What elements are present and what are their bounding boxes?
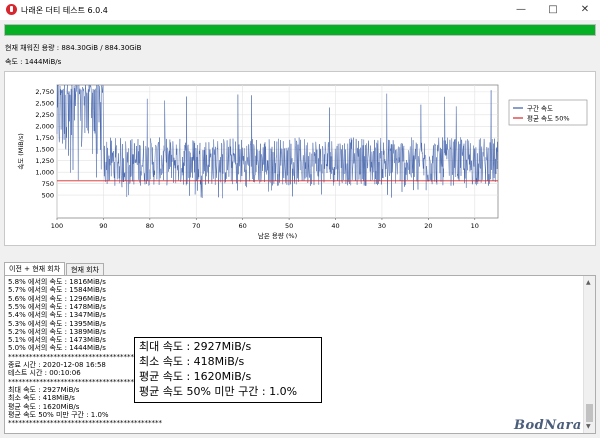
summary-max-speed: 최대 속도 : 2927MiB/s [139, 340, 252, 353]
app-icon [6, 4, 17, 15]
y-axis-label: 속도 (MiB/s) [17, 133, 25, 170]
y-tick-label: 1,250 [35, 157, 54, 165]
scroll-down-icon[interactable]: ▼ [586, 423, 591, 430]
scroll-thumb[interactable] [586, 404, 593, 422]
summary-avg-speed: 평균 속도 : 1620MiB/s [139, 370, 252, 383]
current-speed-label: 속도 : 1444MiB/s [5, 58, 62, 66]
minimize-button[interactable]: — [506, 0, 536, 20]
watermark-logo: BodNara [514, 418, 582, 433]
y-tick-label: 2,500 [35, 100, 54, 108]
x-tick-label: 80 [146, 222, 154, 230]
used-capacity-label: 현재 채워진 용량 : 884.30GiB / 884.30GiB [5, 44, 142, 52]
scroll-up-icon[interactable]: ▲ [586, 279, 591, 286]
close-button[interactable]: ✕ [570, 0, 600, 20]
x-tick-label: 70 [192, 222, 200, 230]
legend-label: 구간 속도 [527, 103, 553, 112]
speed-chart-panel: 500 750 1,000 1,250 1,500 1,750 2,000 2,250 2,50… [4, 71, 596, 246]
x-tick-label: 60 [239, 222, 247, 230]
y-tick-label: 2,250 [35, 111, 54, 119]
fill-progress-bar [4, 24, 596, 36]
maximize-button[interactable]: □ [538, 0, 568, 20]
legend-label: 평균 속도 50% [527, 113, 570, 122]
y-tick-label: 750 [42, 180, 54, 188]
speed-chart: 500 750 1,000 1,250 1,500 1,750 2,000 2,250 2,50… [17, 84, 588, 240]
y-tick-label: 2,000 [35, 123, 54, 131]
window-title: 나래온 더티 테스트 6.0.4 [21, 6, 108, 15]
x-tick-label: 10 [471, 222, 479, 230]
x-tick-label: 100 [51, 222, 63, 230]
y-tick-label: 2,750 [35, 88, 54, 96]
plot-area [56, 84, 499, 219]
title-bar: 나래온 더티 테스트 6.0.4 — □ ✕ [0, 0, 600, 20]
x-tick-label: 30 [378, 222, 386, 230]
log-line: ****************************************… [8, 419, 162, 428]
x-tick-label: 50 [285, 222, 293, 230]
y-tick-label: 1,750 [35, 134, 54, 142]
y-tick-label: 500 [42, 191, 54, 199]
x-tick-label: 20 [424, 222, 432, 230]
summary-overlay: 최대 속도 : 2927MiB/s 최소 속도 : 418MiB/s 평균 속도… [134, 337, 322, 403]
x-tick-label: 40 [331, 222, 339, 230]
summary-below-half: 평균 속도 50% 미만 구간 : 1.0% [139, 385, 298, 398]
y-tick-label: 1,000 [35, 168, 54, 176]
progress-fill [5, 25, 595, 35]
summary-min-speed: 최소 속도 : 418MiB/s [139, 355, 245, 368]
x-axis-label: 남은 용량 (%) [258, 231, 297, 240]
y-tick-label: 1,500 [35, 146, 54, 154]
vertical-scrollbar[interactable]: ▲ ▼ [583, 276, 595, 433]
x-tick-label: 90 [99, 222, 107, 230]
tab-previous-and-current[interactable]: 이전 + 현재 회차 [4, 262, 66, 276]
